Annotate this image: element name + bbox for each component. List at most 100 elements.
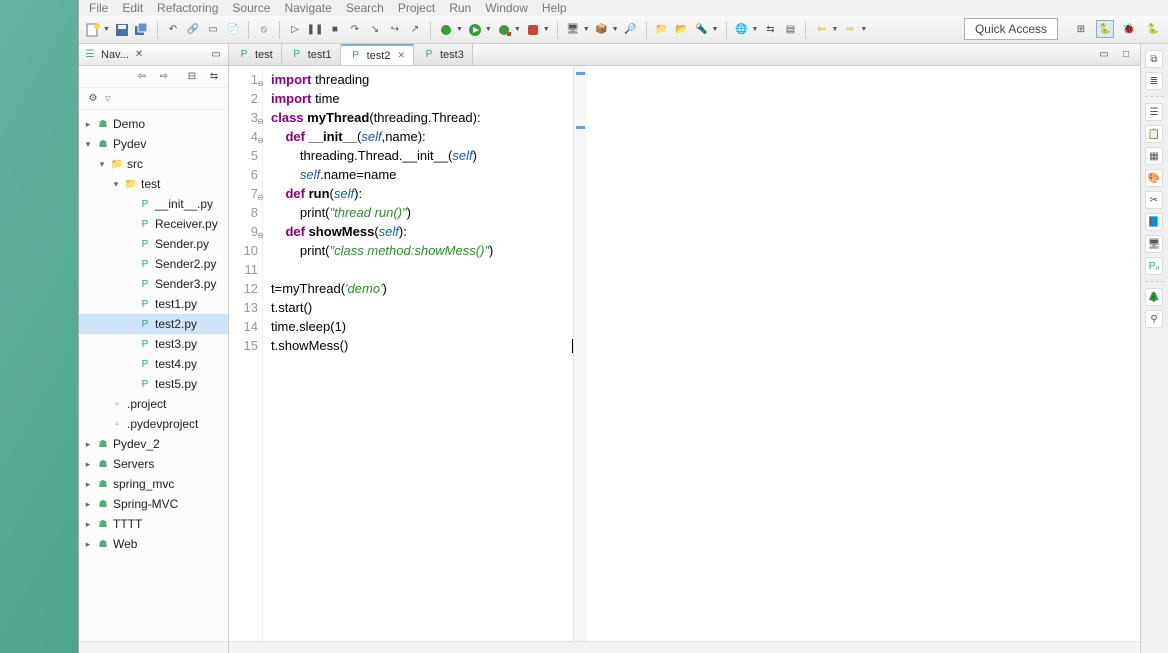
menu-window[interactable]: Window <box>485 1 528 15</box>
code-line-11[interactable] <box>271 260 573 279</box>
step-into-icon[interactable]: ↘ <box>367 22 383 38</box>
fwd-nav-icon[interactable]: ⇨ <box>156 69 172 85</box>
line-number[interactable]: 1⊖ <box>229 70 258 89</box>
tree-item-receiver-py[interactable]: PReceiver.py <box>79 214 228 234</box>
menu-help[interactable]: Help <box>542 1 567 15</box>
open-type-icon[interactable]: 🔎 <box>623 22 639 38</box>
tree-item-test5-py[interactable]: Ptest5.py <box>79 374 228 394</box>
rail-python-icon[interactable]: Pᵤ <box>1145 257 1163 275</box>
restore-icon[interactable]: ⧉ <box>1145 50 1163 68</box>
minimize-editor-icon[interactable]: ▭ <box>1096 47 1112 63</box>
tree-item-web[interactable]: ▸☗Web <box>79 534 228 554</box>
run-last-icon[interactable] <box>496 22 512 38</box>
menu-run[interactable]: Run <box>449 1 471 15</box>
sync-icon[interactable]: ⇆ <box>762 22 778 38</box>
new-icon[interactable] <box>85 22 101 38</box>
line-number[interactable]: 4⊖ <box>229 127 258 146</box>
filter-nav-icon[interactable]: ⚙ <box>85 91 101 107</box>
collapse-all-icon[interactable]: ⊟ <box>184 69 200 85</box>
open-task-icon[interactable]: 📁 <box>654 22 670 38</box>
tree-item-pydev[interactable]: ▾☗Pydev <box>79 134 228 154</box>
back-nav-icon[interactable]: ⇦ <box>134 69 150 85</box>
tree-item-servers[interactable]: ▸☗Servers <box>79 454 228 474</box>
line-number[interactable]: 6 <box>229 165 258 184</box>
tree-item-sender-py[interactable]: PSender.py <box>79 234 228 254</box>
close-icon[interactable]: ✕ <box>135 49 143 60</box>
line-gutter[interactable]: 1⊖23⊖4⊖567⊖89⊖101112131415 <box>229 66 263 641</box>
chevron-down-icon[interactable]: ▾ <box>111 179 121 190</box>
line-number[interactable]: 5 <box>229 146 258 165</box>
editor-scrollbar[interactable] <box>229 641 1140 653</box>
code-line-12[interactable]: t=myThread('demo') <box>271 279 573 298</box>
tree-item-test[interactable]: ▾📁test <box>79 174 228 194</box>
minimize-icon[interactable]: ▭ <box>208 47 224 63</box>
pause-icon[interactable]: ❚❚ <box>307 22 323 38</box>
tree-item-test4-py[interactable]: Ptest4.py <box>79 354 228 374</box>
fold-icon[interactable]: ⊖ <box>254 131 264 141</box>
rail-server-icon[interactable]: 🖥 <box>1145 235 1163 253</box>
code-line-4[interactable]: def __init__(self,name): <box>271 127 573 146</box>
navigator-tree[interactable]: ▸☗Demo▾☗Pydev▾📁src▾📁testP__init__.pyPRec… <box>79 110 228 641</box>
tree-item-src[interactable]: ▾📁src <box>79 154 228 174</box>
quick-access-input[interactable]: Quick Access <box>964 18 1058 40</box>
tree-item-pydev_2[interactable]: ▸☗Pydev_2 <box>79 434 228 454</box>
code-line-15[interactable]: t.showMess() <box>271 336 573 355</box>
menu-refactoring[interactable]: Refactoring <box>157 1 218 15</box>
rail-snippets-icon[interactable]: ✂ <box>1145 191 1163 209</box>
rail-table-icon[interactable]: ▦ <box>1145 147 1163 165</box>
line-number[interactable]: 8 <box>229 203 258 222</box>
code-content[interactable]: import threadingimport timeclass myThrea… <box>263 66 573 641</box>
code-editor[interactable]: 1⊖23⊖4⊖567⊖89⊖101112131415 import thread… <box>229 66 1140 641</box>
line-number[interactable]: 11 <box>229 260 258 279</box>
new-server-icon[interactable]: 🖥 <box>565 22 581 38</box>
maximize-editor-icon[interactable]: □ <box>1118 47 1134 63</box>
menu-edit[interactable]: Edit <box>122 1 143 15</box>
line-number[interactable]: 10 <box>229 241 258 260</box>
step-over-icon[interactable]: ↪ <box>387 22 403 38</box>
code-line-3[interactable]: class myThread(threading.Thread): <box>271 108 573 127</box>
tree-item-test2-py[interactable]: Ptest2.py <box>79 314 228 334</box>
search-icon[interactable]: 🔦 <box>694 22 710 38</box>
menu-search[interactable]: Search <box>346 1 384 15</box>
filter-drop-icon[interactable]: ▽ <box>105 95 110 103</box>
tree-item-spring_mvc[interactable]: ▸☗spring_mvc <box>79 474 228 494</box>
tree-item-test3-py[interactable]: Ptest3.py <box>79 334 228 354</box>
rail-tree-icon[interactable]: 🌲 <box>1145 288 1163 306</box>
rail-vars-icon[interactable]: ⚲ <box>1145 310 1163 328</box>
skip-breakpoints-icon[interactable]: ⦸ <box>256 22 272 38</box>
external-tools-icon[interactable] <box>525 22 541 38</box>
fold-icon[interactable]: ⊖ <box>254 112 264 122</box>
python-perspective-icon[interactable]: 🐍 <box>1144 20 1162 38</box>
filter-icon[interactable]: ▤ <box>782 22 798 38</box>
navigator-scrollbar[interactable] <box>79 641 228 653</box>
editor-tab-test[interactable]: Ptest <box>229 44 282 65</box>
step-icon[interactable]: ↷ <box>347 22 363 38</box>
doc-icon[interactable]: 📄 <box>225 22 241 38</box>
line-number[interactable]: 7⊖ <box>229 184 258 203</box>
rail-tasklist-icon[interactable]: 📋 <box>1145 125 1163 143</box>
tree-item-sender2-py[interactable]: PSender2.py <box>79 254 228 274</box>
code-line-6[interactable]: self.name=name <box>271 165 573 184</box>
code-line-7[interactable]: def run(self): <box>271 184 573 203</box>
code-line-9[interactable]: def showMess(self): <box>271 222 573 241</box>
line-number[interactable]: 3⊖ <box>229 108 258 127</box>
menu-project[interactable]: Project <box>398 1 435 15</box>
rail-outline-icon[interactable]: ☰ <box>1145 103 1163 121</box>
line-number[interactable]: 15 <box>229 336 258 355</box>
menu-navigate[interactable]: Navigate <box>284 1 331 15</box>
editor-tab-test1[interactable]: Ptest1 <box>282 44 341 65</box>
step-return-icon[interactable]: ↗ <box>407 22 423 38</box>
line-number[interactable]: 9⊖ <box>229 222 258 241</box>
rail-book-icon[interactable]: 📘 <box>1145 213 1163 231</box>
tree-item--project[interactable]: ▫.project <box>79 394 228 414</box>
stop-icon[interactable]: ■ <box>327 22 343 38</box>
box-icon[interactable]: ▭ <box>205 22 221 38</box>
line-number[interactable]: 13 <box>229 298 258 317</box>
tree-item--pydevproject[interactable]: ▫.pydevproject <box>79 414 228 434</box>
new-package-icon[interactable]: 📦 <box>594 22 610 38</box>
pydev-perspective-icon[interactable]: 🐍 <box>1096 20 1114 38</box>
tree-item-tttt[interactable]: ▸☗TTTT <box>79 514 228 534</box>
code-line-10[interactable]: print("class method:showMess()") <box>271 241 573 260</box>
tree-item-test1-py[interactable]: Ptest1.py <box>79 294 228 314</box>
resume-icon[interactable]: ▷ <box>287 22 303 38</box>
